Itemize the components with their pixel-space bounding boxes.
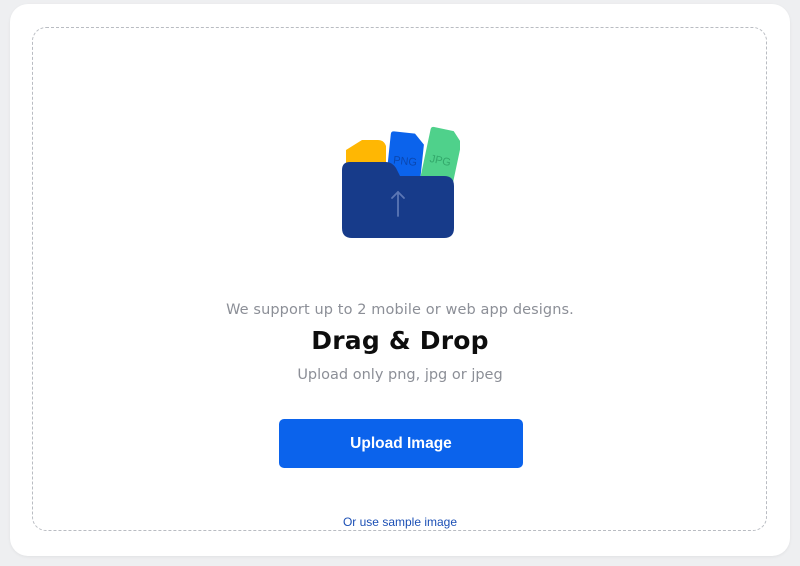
use-sample-image-link[interactable]: Or use sample image [343,515,457,529]
png-file-label: PNG [393,154,418,168]
upload-image-button[interactable]: Upload Image [279,419,523,468]
file-type-hint: Upload only png, jpg or jpeg [297,367,503,383]
drag-drop-title: Drag & Drop [311,326,489,355]
folder-upload-icon: PNG JPG [342,126,460,238]
support-text: We support up to 2 mobile or web app des… [226,302,574,318]
upload-card [10,4,790,556]
sample-image-link-row: Or use sample image [0,515,800,529]
